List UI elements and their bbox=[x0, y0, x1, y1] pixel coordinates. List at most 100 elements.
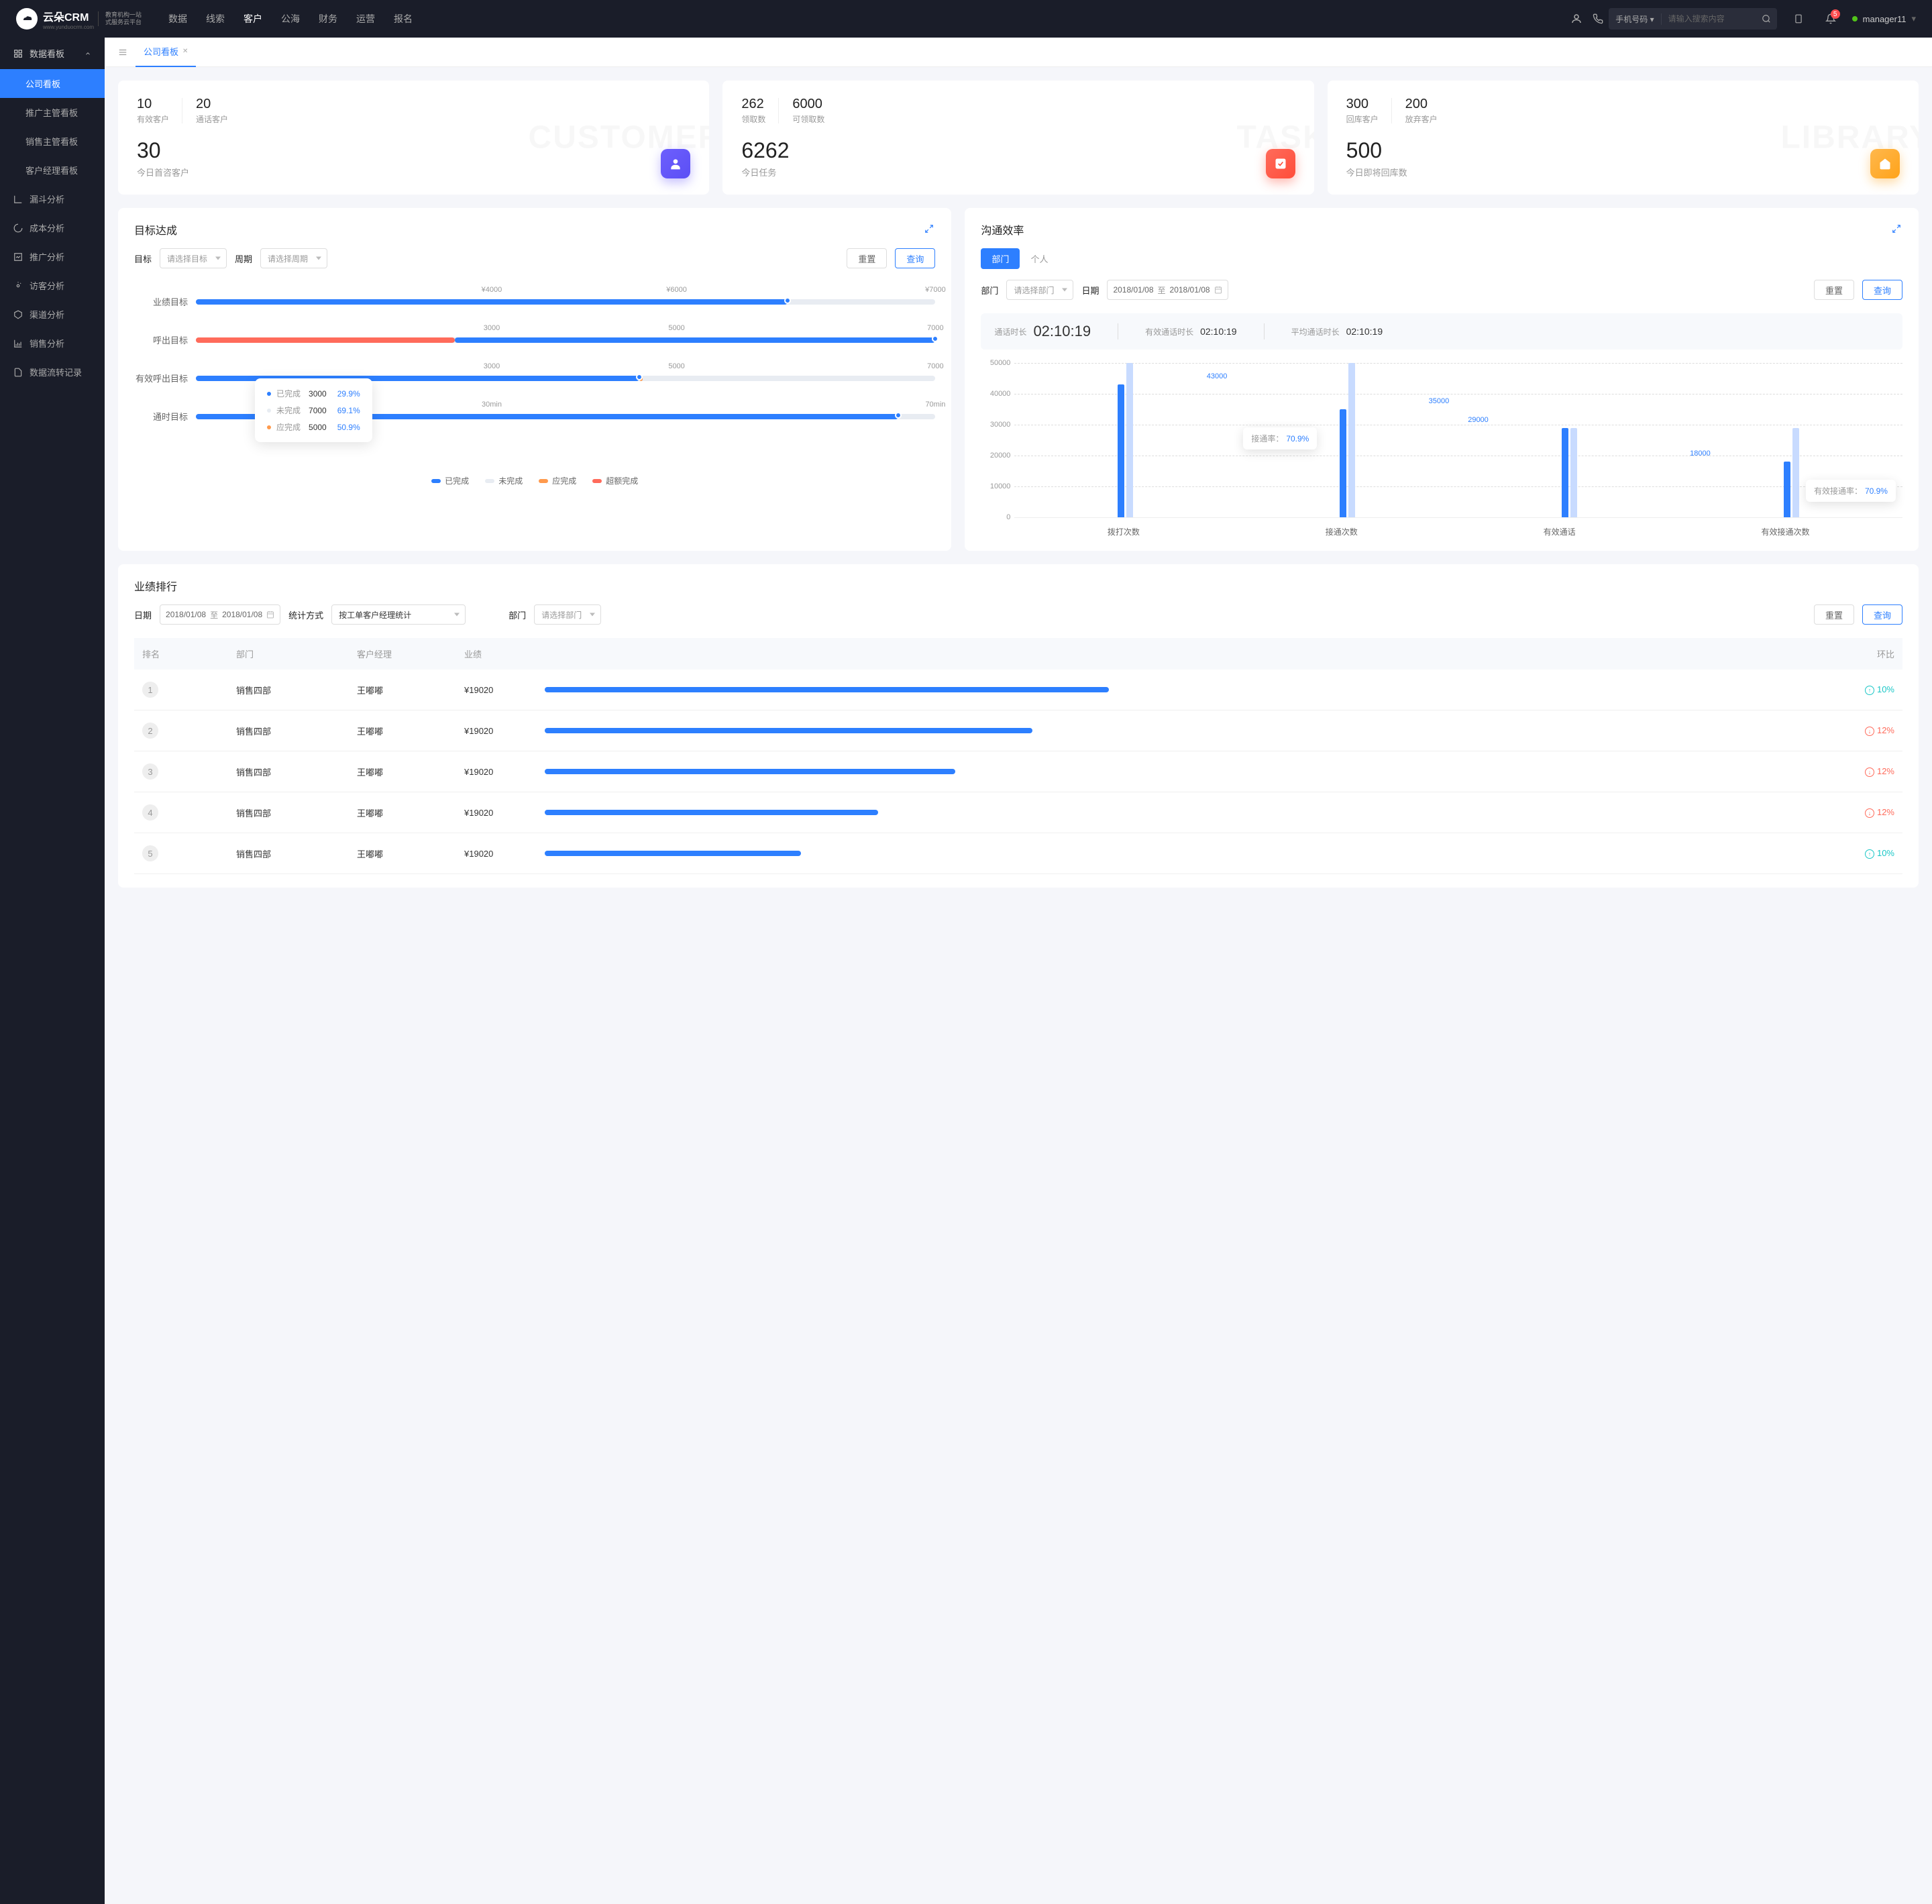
panel-title-efficiency: 沟通效率 bbox=[981, 221, 1024, 237]
nav-item-财务[interactable]: 财务 bbox=[319, 12, 337, 25]
tab-bar: 公司看板 ✕ bbox=[105, 38, 1932, 67]
sidebar-group-data-kanban[interactable]: 数据看板 bbox=[0, 38, 105, 69]
rank-badge: 5 bbox=[142, 845, 158, 861]
cell-dept: 销售四部 bbox=[236, 847, 357, 860]
table-header: 排名 部门 客户经理 业绩 环比 bbox=[134, 638, 1902, 670]
stat-label: 有效客户 bbox=[137, 113, 169, 125]
hamburger-icon[interactable] bbox=[115, 45, 130, 60]
stat-big-label: 今日任务 bbox=[741, 166, 789, 178]
y-tick: 50000 bbox=[990, 359, 1011, 367]
top-nav: 数据 线索 客户 公海 财务 运营 报名 bbox=[168, 12, 1566, 25]
stat-num: 6000 bbox=[792, 97, 824, 112]
table-row[interactable]: 5销售四部王嘟嘟¥19020↑10% bbox=[134, 833, 1902, 874]
nav-item-报名[interactable]: 报名 bbox=[394, 12, 413, 25]
search-input[interactable] bbox=[1662, 14, 1756, 23]
sidebar: 数据看板 公司看板推广主管看板销售主管看板客户经理看板 漏斗分析成本分析推广分析… bbox=[0, 38, 105, 1904]
sidebar-item[interactable]: 销售主管看板 bbox=[0, 127, 105, 156]
search-box: 手机号码 ▾ bbox=[1609, 8, 1776, 30]
seg-tab[interactable]: 部门 bbox=[981, 248, 1020, 269]
reset-button[interactable]: 重置 bbox=[847, 248, 887, 268]
method-select[interactable]: 按工单客户经理统计 bbox=[331, 604, 466, 625]
y-tick: 20000 bbox=[990, 452, 1011, 460]
nav-item-运营[interactable]: 运营 bbox=[356, 12, 375, 25]
ranking-table: 排名 部门 客户经理 业绩 环比 1销售四部王嘟嘟¥19020↑10%2销售四部… bbox=[134, 638, 1902, 874]
filter-label-period: 周期 bbox=[235, 252, 252, 265]
user-icon[interactable] bbox=[1566, 8, 1587, 30]
query-button[interactable]: 查询 bbox=[1862, 280, 1902, 300]
sidebar-item[interactable]: 渠道分析 bbox=[0, 300, 105, 329]
reset-button[interactable]: 重置 bbox=[1814, 604, 1854, 625]
cell-mgr: 王嘟嘟 bbox=[357, 765, 464, 778]
cell-perf: ¥19020 bbox=[464, 849, 545, 859]
chart-tooltip: 有效接通率：70.9% bbox=[1806, 480, 1896, 502]
sidebar-item[interactable]: 数据流转记录 bbox=[0, 358, 105, 386]
perf-bar bbox=[545, 769, 1827, 774]
duration-item: 通话时长02:10:19 bbox=[994, 323, 1091, 340]
date-range-input[interactable]: 2018/01/08 至 2018/01/08 bbox=[160, 604, 280, 625]
sidebar-item[interactable]: 推广主管看板 bbox=[0, 98, 105, 127]
dept-select[interactable]: 请选择部门 bbox=[534, 604, 601, 625]
reset-button[interactable]: 重置 bbox=[1814, 280, 1854, 300]
stat-label: 通话客户 bbox=[196, 113, 228, 125]
x-label: 拨打次数 bbox=[1108, 526, 1140, 537]
table-row[interactable]: 4销售四部王嘟嘟¥19020↓12% bbox=[134, 792, 1902, 833]
stat-card: LIBRARY300回库客户200放弃客户500今日即将回库数 bbox=[1328, 81, 1919, 195]
cell-perf: ¥19020 bbox=[464, 726, 545, 736]
mobile-icon[interactable] bbox=[1788, 8, 1809, 30]
expand-icon[interactable] bbox=[924, 224, 935, 235]
stat-icon bbox=[661, 149, 690, 178]
stat-big-label: 今日首咨客户 bbox=[137, 166, 189, 178]
nav-item-客户[interactable]: 客户 bbox=[244, 12, 262, 25]
y-tick: 10000 bbox=[990, 482, 1011, 490]
sidebar-item[interactable]: 访客分析 bbox=[0, 271, 105, 300]
rank-badge: 4 bbox=[142, 804, 158, 821]
dashboard-icon bbox=[13, 49, 23, 58]
logo[interactable]: 云朵CRM www.yunduocrm.com 教育机构一站 式服务云平台 bbox=[16, 8, 142, 30]
header-trend: 环比 bbox=[1827, 647, 1894, 660]
sidebar-item[interactable]: 销售分析 bbox=[0, 329, 105, 358]
duration-item: 平均通话时长02:10:19 bbox=[1291, 326, 1383, 337]
sidebar-item[interactable]: 公司看板 bbox=[0, 69, 105, 98]
period-select[interactable]: 请选择周期 bbox=[260, 248, 327, 268]
nav-item-线索[interactable]: 线索 bbox=[206, 12, 225, 25]
panel-goal: 目标达成 目标 请选择目标 周期 请选择周期 重置 查询 业绩目标¥4000¥6… bbox=[118, 208, 951, 551]
table-row[interactable]: 1销售四部王嘟嘟¥19020↑10% bbox=[134, 670, 1902, 710]
panel-title-ranking: 业绩排行 bbox=[134, 578, 177, 594]
sidebar-item[interactable]: 客户经理看板 bbox=[0, 156, 105, 184]
stat-big-num: 30 bbox=[137, 138, 189, 163]
sidebar-item[interactable]: 推广分析 bbox=[0, 242, 105, 271]
close-icon[interactable]: ✕ bbox=[182, 48, 188, 55]
search-type-select[interactable]: 手机号码 ▾ bbox=[1609, 13, 1661, 25]
stat-icon bbox=[1266, 149, 1295, 178]
sidebar-icon bbox=[13, 195, 23, 204]
stat-big-num: 6262 bbox=[741, 138, 789, 163]
goal-label: 有效呼出目标 bbox=[134, 372, 188, 384]
cell-perf: ¥19020 bbox=[464, 685, 545, 695]
query-button[interactable]: 查询 bbox=[895, 248, 935, 268]
cell-trend: ↓12% bbox=[1827, 725, 1894, 736]
brand-sub2: 式服务云平台 bbox=[105, 19, 142, 26]
query-button[interactable]: 查询 bbox=[1862, 604, 1902, 625]
dept-select[interactable]: 请选择部门 bbox=[1006, 280, 1073, 300]
cell-mgr: 王嘟嘟 bbox=[357, 847, 464, 860]
tab-company-kanban[interactable]: 公司看板 ✕ bbox=[136, 38, 196, 67]
table-row[interactable]: 2销售四部王嘟嘟¥19020↓12% bbox=[134, 710, 1902, 751]
sidebar-icon bbox=[13, 223, 23, 233]
goal-label: 业绩目标 bbox=[134, 295, 188, 308]
bell-icon[interactable]: 5 bbox=[1820, 8, 1841, 30]
phone-icon[interactable] bbox=[1587, 8, 1609, 30]
seg-tab[interactable]: 个人 bbox=[1020, 248, 1059, 269]
header-bar bbox=[545, 647, 1827, 660]
target-select[interactable]: 请选择目标 bbox=[160, 248, 227, 268]
table-row[interactable]: 3销售四部王嘟嘟¥19020↓12% bbox=[134, 751, 1902, 792]
sidebar-item[interactable]: 漏斗分析 bbox=[0, 184, 105, 213]
nav-item-数据[interactable]: 数据 bbox=[168, 12, 187, 25]
search-button[interactable] bbox=[1756, 8, 1777, 30]
cell-perf: ¥19020 bbox=[464, 767, 545, 777]
expand-icon[interactable] bbox=[1892, 224, 1902, 235]
logo-icon bbox=[16, 8, 38, 30]
user-menu[interactable]: manager11 ▾ bbox=[1852, 13, 1916, 24]
date-range-input[interactable]: 2018/01/08 至 2018/01/08 bbox=[1107, 280, 1228, 300]
nav-item-公海[interactable]: 公海 bbox=[281, 12, 300, 25]
sidebar-item[interactable]: 成本分析 bbox=[0, 213, 105, 242]
